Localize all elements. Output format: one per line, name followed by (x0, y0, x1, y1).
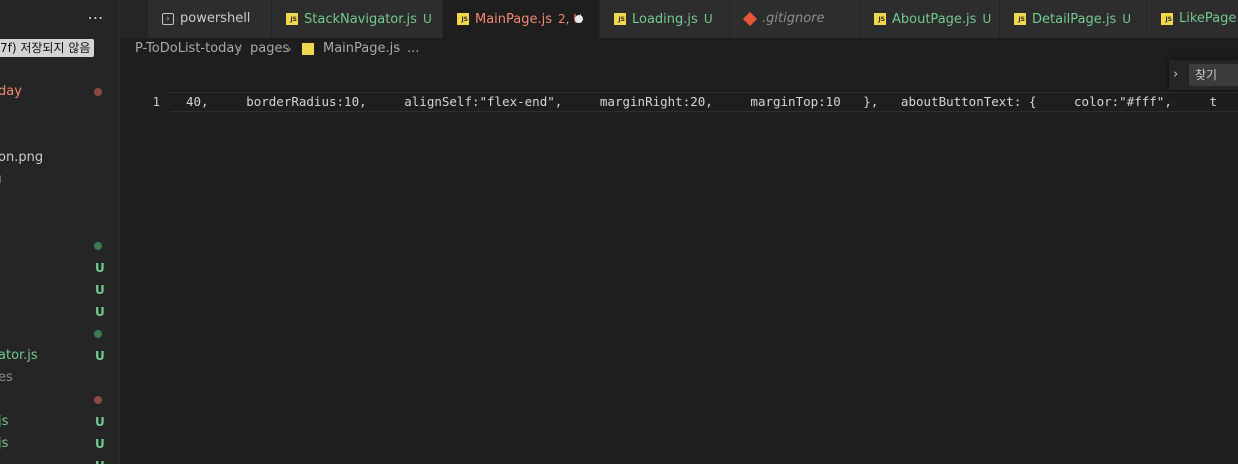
tab-label: DetailPage.js U (1032, 0, 1131, 38)
tab-likepage-js[interactable]: JS LikePage.js (1147, 0, 1238, 38)
tree-row[interactable] (0, 323, 119, 345)
tab-label: .gitignore (762, 0, 825, 38)
tab-loading-js[interactable]: JS Loading.js U (600, 0, 730, 38)
tree-row[interactable]: ı (0, 169, 119, 191)
tree-row[interactable]: js U (0, 433, 119, 455)
tab-aboutpage-js[interactable]: JS AboutPage.js U (860, 0, 1000, 38)
breadcrumb-item-folder[interactable]: pages (250, 38, 289, 60)
tab-label: MainPage.js 2, U (475, 0, 582, 38)
js-file-icon: JS (874, 13, 886, 25)
breadcrumb-item-symbol[interactable]: ... (407, 38, 419, 60)
tree-row[interactable]: ator.js U (0, 345, 119, 367)
tree-row-label: ı (0, 169, 2, 191)
js-file-icon: JS (457, 13, 469, 25)
tree-row-label: ator.js (0, 348, 38, 363)
tab-filename: MainPage.js (475, 12, 553, 27)
tree-row[interactable]: on.png (0, 147, 119, 169)
tab-mainpage-js[interactable]: JS MainPage.js 2, U (443, 0, 600, 38)
tree-row[interactable]: day (0, 81, 119, 103)
unsaved-dot-icon[interactable] (575, 15, 583, 23)
breadcrumb-item-file[interactable]: MainPage.js (323, 38, 400, 60)
modified-dot-icon (94, 88, 102, 96)
tree-row[interactable]: U (0, 279, 119, 301)
tree-row[interactable] (0, 235, 119, 257)
git-icon (742, 11, 758, 27)
tree-row-label: es (0, 370, 13, 385)
tab-filename: LikePage.js (1179, 11, 1238, 26)
tree-row[interactable] (0, 389, 119, 411)
js-file-icon: JS (614, 13, 626, 25)
js-file-icon (302, 43, 314, 55)
modified-dot-icon (94, 242, 102, 250)
tab-label: AboutPage.js U (892, 0, 991, 38)
tab-label: LikePage.js (1179, 0, 1238, 38)
tab-status-badge: U (1122, 12, 1132, 26)
tab-label: StackNavigator.js U (304, 0, 432, 38)
tab-filename: AboutPage.js (892, 12, 977, 27)
tab-filename: DetailPage.js (1032, 12, 1117, 27)
terminal-icon: › (162, 13, 174, 25)
tab-stacknavigator-js[interactable]: JS StackNavigator.js U (272, 0, 443, 38)
tab-detailpage-js[interactable]: JS DetailPage.js U (1000, 0, 1147, 38)
explorer-header: ⋯ (0, 0, 119, 38)
modified-dot-icon (94, 396, 102, 404)
breadcrumb-item-root[interactable]: P-ToDoList-today (135, 38, 242, 60)
unsaved-tooltip: 7f) 저장되지 않음 (0, 39, 95, 57)
tree-row[interactable]: U (0, 301, 119, 323)
tab-filename: .gitignore (762, 11, 825, 26)
git-status-badge: U (95, 415, 105, 429)
chevron-right-icon: › (396, 42, 401, 56)
js-file-icon: JS (286, 13, 298, 25)
tree-row[interactable]: U (0, 257, 119, 279)
tree-row-label: on.png (0, 150, 44, 165)
git-status-badge: U (95, 305, 105, 319)
modified-dot-icon (94, 330, 102, 338)
tab-filename: StackNavigator.js (304, 12, 417, 27)
editor-tabs: › powershell JS StackNavigator.js U JS MainPag… (120, 0, 1238, 38)
git-status-badge: U (95, 283, 105, 297)
tab-label: powershell (180, 0, 250, 38)
chevron-right-icon: › (287, 42, 292, 56)
git-status-badge: U (95, 261, 105, 275)
js-file-icon: JS (1161, 13, 1173, 25)
git-status-badge: U (95, 455, 105, 464)
tab-status-badge: U (982, 12, 992, 26)
tab-status-badge: U (422, 12, 432, 26)
explorer-sidebar: ⋯ 7f) 저장되지 않음 dayon.pngıUUUator.jsUesjsU… (0, 0, 120, 464)
chevron-right-icon[interactable]: › (1173, 66, 1187, 84)
ellipsis-icon[interactable]: ⋯ (86, 8, 106, 28)
git-status-badge: U (95, 437, 105, 451)
tree-row[interactable]: es (0, 367, 119, 389)
tab-status-badge: U (703, 12, 713, 26)
tab-gitignore[interactable]: .gitignore (730, 0, 860, 38)
tab-label: Loading.js U (632, 0, 713, 38)
tab-filename: powershell (180, 11, 251, 26)
js-file-icon: JS (1014, 13, 1026, 25)
tab-filename: Loading.js (632, 12, 698, 27)
tree-row-label: js (0, 414, 9, 429)
line-number: 1 (152, 94, 160, 109)
find-input[interactable] (1189, 64, 1238, 86)
find-widget: › (1169, 60, 1238, 90)
tree-row-label: js (0, 436, 9, 451)
git-status-badge: U (95, 349, 105, 363)
chevron-right-icon: › (237, 42, 242, 56)
tree-row-label: day (0, 84, 22, 99)
breadcrumb: P-ToDoList-today › pages › MainPage.js ›… (120, 38, 1238, 60)
code-line[interactable]: 40, borderRadius:10, alignSelf:"flex-end… (186, 92, 1238, 112)
tab-powershell[interactable]: › powershell (148, 0, 272, 38)
tree-row[interactable]: U (0, 455, 119, 464)
tree-row[interactable]: js U (0, 411, 119, 433)
